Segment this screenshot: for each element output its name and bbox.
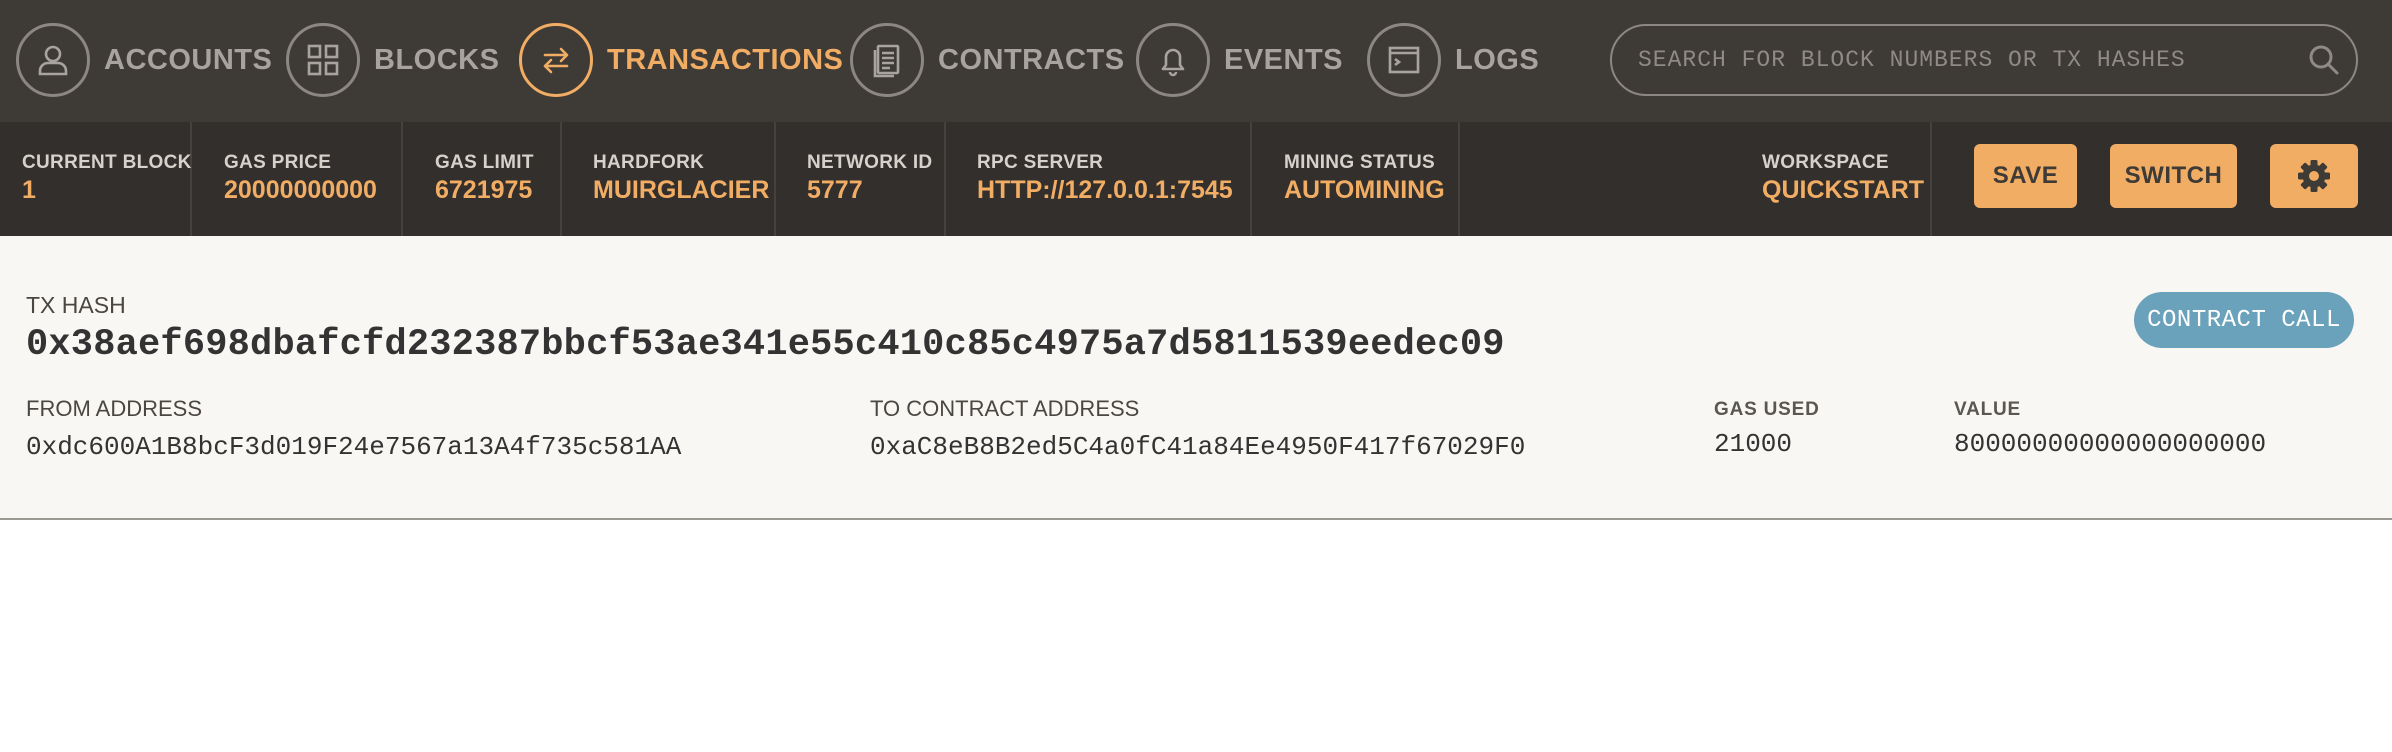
stat-value: QUICKSTART	[1762, 176, 1925, 204]
save-button[interactable]: SAVE	[1974, 144, 2077, 208]
stat-network-id: NETWORK ID 5777	[776, 122, 946, 236]
stat-label: CURRENT BLOCK	[22, 152, 192, 173]
switch-button[interactable]: SWITCH	[2110, 144, 2237, 208]
nav-label: LOGS	[1455, 43, 1540, 76]
stat-value: HTTP://127.0.0.1:7545	[977, 176, 1233, 204]
stat-gas-limit: GAS LIMIT 6721975	[403, 122, 562, 236]
settings-button[interactable]	[2270, 144, 2358, 208]
contract-call-badge: CONTRACT CALL	[2134, 292, 2354, 348]
gas-used-label: GAS USED	[1714, 399, 1820, 420]
from-address-value: 0xdc600A1B8bcF3d019F24e7567a13A4f735c581…	[26, 432, 682, 462]
stat-label: RPC SERVER	[977, 152, 1104, 173]
nav-logs[interactable]: LOGS	[1367, 22, 1539, 98]
value-amount: 80000000000000000000	[1954, 429, 2267, 459]
stat-value: AUTOMINING	[1284, 176, 1445, 204]
status-bar: CURRENT BLOCK 1 GAS PRICE 20000000000 GA…	[0, 122, 2392, 236]
gas-used-value: 21000	[1714, 429, 1793, 459]
grid-icon	[286, 23, 360, 97]
nav-contracts[interactable]: CONTRACTS	[850, 22, 1125, 98]
nav-accounts[interactable]: ACCOUNTS	[16, 22, 272, 98]
value-label: VALUE	[1954, 399, 2021, 420]
nav-label: ACCOUNTS	[104, 43, 273, 76]
nav-label: TRANSACTIONS	[607, 43, 844, 76]
search-icon[interactable]	[2292, 28, 2356, 92]
stat-workspace: WORKSPACE QUICKSTART	[1760, 122, 1932, 236]
stat-gas-price: GAS PRICE 20000000000	[192, 122, 403, 236]
stat-value: 6721975	[435, 176, 533, 204]
tx-hash-label: TX HASH	[26, 292, 126, 318]
stat-label: WORKSPACE	[1762, 152, 1889, 173]
stat-label: HARDFORK	[593, 152, 705, 173]
stat-current-block: CURRENT BLOCK 1	[0, 122, 192, 236]
stat-label: NETWORK ID	[807, 152, 933, 173]
stat-label: GAS PRICE	[224, 152, 332, 173]
stat-rpc-server: RPC SERVER HTTP://127.0.0.1:7545	[946, 122, 1252, 236]
search-box	[1610, 24, 2358, 96]
terminal-icon	[1367, 23, 1441, 97]
tx-hash-value: 0x38aef698dbafcfd232387bbcf53ae341e55c41…	[26, 324, 1505, 366]
stat-value: MUIRGLACIER	[593, 176, 770, 204]
transaction-detail: TX HASH 0x38aef698dbafcfd232387bbcf53ae3…	[0, 236, 2392, 520]
nav-blocks[interactable]: BLOCKS	[286, 22, 499, 98]
nav-events[interactable]: EVENTS	[1136, 22, 1343, 98]
swap-arrows-icon	[519, 23, 593, 97]
user-icon	[16, 23, 90, 97]
search-input[interactable]	[1612, 47, 2292, 73]
to-contract-address-label: TO CONTRACT ADDRESS	[870, 396, 1140, 421]
nav-label: CONTRACTS	[938, 43, 1125, 76]
bell-icon	[1136, 23, 1210, 97]
nav-label: EVENTS	[1224, 43, 1344, 76]
stat-label: GAS LIMIT	[435, 152, 534, 173]
nav-label: BLOCKS	[374, 43, 500, 76]
top-navigation: ACCOUNTS BLOCKS TRANSACTIONS CONTRACTS E…	[0, 0, 2392, 122]
stat-value: 20000000000	[224, 176, 377, 204]
gear-icon	[2298, 160, 2330, 192]
to-contract-address-value: 0xaC8eB8B2ed5C4a0fC41a84Ee4950F417f67029…	[870, 432, 1526, 462]
from-address-label: FROM ADDRESS	[26, 396, 203, 421]
stat-value: 5777	[807, 176, 863, 204]
document-icon	[850, 23, 924, 97]
stat-label: MINING STATUS	[1284, 152, 1435, 173]
stat-hardfork: HARDFORK MUIRGLACIER	[562, 122, 776, 236]
stat-mining-status: MINING STATUS AUTOMINING	[1252, 122, 1460, 236]
nav-transactions[interactable]: TRANSACTIONS	[519, 22, 843, 98]
stat-value: 1	[22, 176, 36, 204]
